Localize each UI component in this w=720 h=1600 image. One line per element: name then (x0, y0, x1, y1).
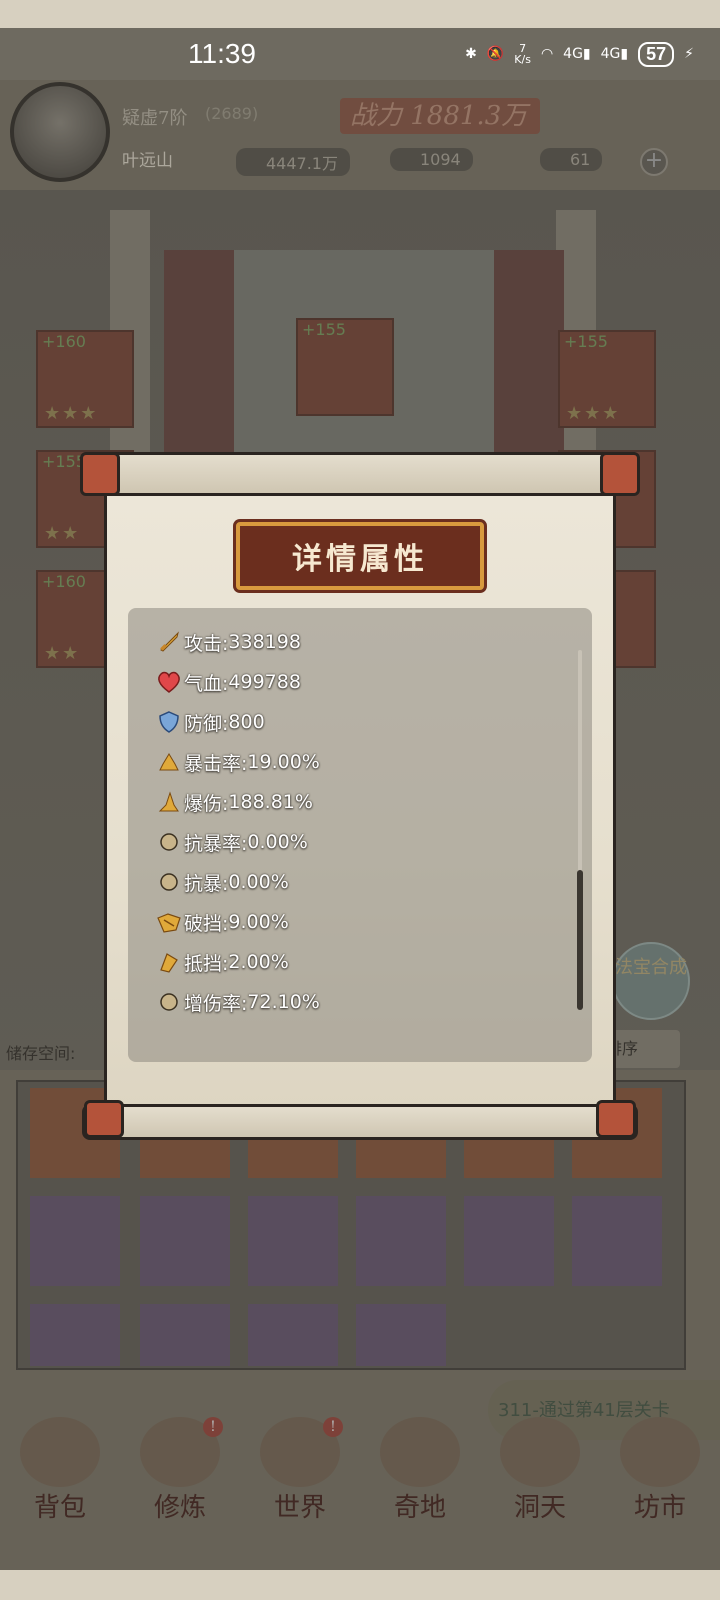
stat-value: 9.00% (228, 911, 289, 933)
rod-cap (600, 452, 640, 496)
net-speed: 7 K/s (514, 42, 531, 66)
stat-label: 破挡: (184, 912, 229, 935)
stat-row-crit-damage: 爆伤: 188.81% (156, 782, 556, 822)
signal-icon: 4G▮ (563, 46, 591, 62)
circle-icon (156, 989, 182, 1015)
stat-value: 0.00% (228, 871, 289, 893)
stat-label: 增伤率: (184, 992, 248, 1015)
bottom-bezel (0, 1570, 720, 1600)
bluetooth-icon: ✱ (465, 46, 477, 62)
stats-scrollbar-thumb[interactable] (577, 870, 583, 1010)
heart-icon (156, 669, 182, 695)
stat-value: 188.81% (228, 791, 313, 813)
stats-panel: 攻击: 338198 气血: 499788 防御: 800 暴击率: 19.00% 爆伤… (128, 608, 592, 1062)
stat-value: 800 (228, 711, 265, 733)
shield-icon (156, 709, 182, 735)
modal-title-plaque: 详情属性 (236, 522, 484, 590)
modal-title: 详情属性 (292, 542, 428, 577)
stat-label: 抗暴率: (184, 832, 248, 855)
stat-label: 防御: (184, 712, 229, 735)
block-break-icon (156, 909, 182, 935)
stat-row-crit-resist-rate: 抗暴率: 0.00% (156, 822, 556, 862)
mute-icon: 🔕 (486, 46, 505, 62)
stat-label: 气血: (184, 672, 229, 695)
sword-icon (156, 629, 182, 655)
stat-value: 72.10% (247, 991, 320, 1013)
stat-row-block-break: 破挡: 9.00% (156, 902, 556, 942)
stat-label: 暴击率: (184, 752, 248, 775)
stat-value: 2.00% (228, 951, 289, 973)
stat-row-block: 抵挡: 2.00% (156, 942, 556, 982)
stat-row-damage-boost: 增伤率: 72.10% (156, 982, 556, 1022)
stat-row-crit-rate: 暴击率: 19.00% (156, 742, 556, 782)
stat-list: 攻击: 338198 气血: 499788 防御: 800 暴击率: 19.00% 爆伤… (156, 622, 556, 1022)
stat-value: 19.00% (247, 751, 320, 773)
charging-icon: ⚡ (684, 46, 694, 62)
battery-indicator: 57 (638, 41, 675, 67)
rod-cap (80, 452, 120, 496)
stat-row-attack: 攻击: 338198 (156, 622, 556, 662)
stat-value: 0.00% (247, 831, 308, 853)
stat-label: 爆伤: (184, 792, 229, 815)
status-bar: 11:39 ✱ 🔕 7 K/s ◠ 4G▮ 4G▮ 57 ⚡ (0, 28, 720, 80)
stat-value: 499788 (228, 671, 301, 693)
crit-damage-icon (156, 789, 182, 815)
top-bezel (0, 0, 720, 28)
circle-icon (156, 829, 182, 855)
stat-label: 抗暴: (184, 872, 229, 895)
block-icon (156, 949, 182, 975)
stat-row-hp: 气血: 499788 (156, 662, 556, 702)
stat-row-crit-resist: 抗暴: 0.00% (156, 862, 556, 902)
scroll-bottom-rod (82, 1104, 638, 1140)
status-icons: ✱ 🔕 7 K/s ◠ 4G▮ 4G▮ 57 ⚡ (465, 41, 694, 67)
stat-label: 攻击: (184, 632, 229, 655)
circle-icon (156, 869, 182, 895)
status-time: 11:39 (188, 38, 256, 69)
rod-cap (84, 1100, 124, 1138)
rod-cap (596, 1100, 636, 1138)
wifi-icon: ◠ (540, 46, 554, 62)
stat-value: 338198 (228, 631, 301, 653)
scroll-top-rod (82, 452, 638, 496)
stat-row-defense: 防御: 800 (156, 702, 556, 742)
crit-rate-icon (156, 749, 182, 775)
signal-icon: 4G▮ (600, 46, 629, 62)
stat-label: 抵挡: (184, 952, 229, 975)
